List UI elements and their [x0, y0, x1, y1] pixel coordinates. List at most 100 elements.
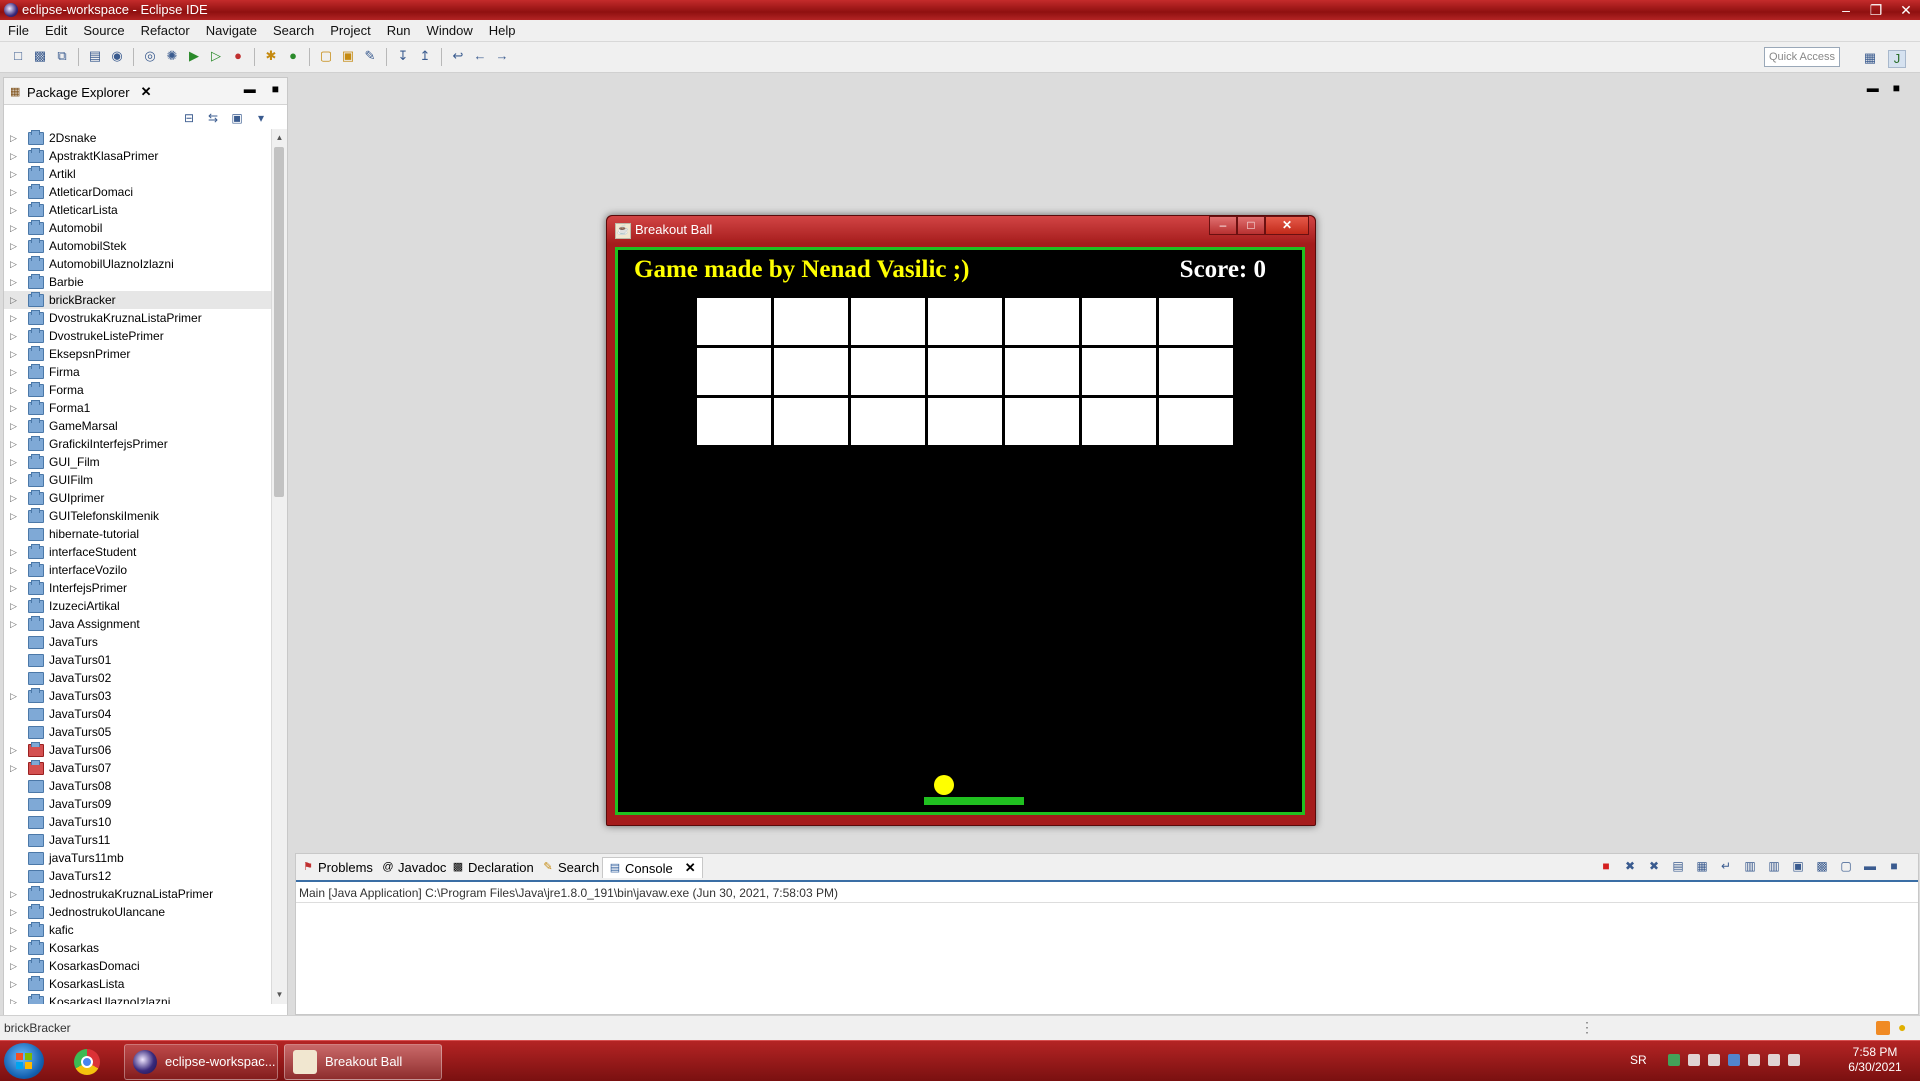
- tree-item[interactable]: hibernate-tutorial: [4, 525, 272, 543]
- monitor-icon[interactable]: [1768, 1054, 1780, 1066]
- restore-icon[interactable]: ❐: [1868, 0, 1884, 20]
- open-type-icon[interactable]: ▢: [318, 48, 334, 64]
- expand-arrow-icon[interactable]: ▷: [10, 597, 17, 615]
- bluetooth-icon[interactable]: [1728, 1054, 1740, 1066]
- tree-item[interactable]: ▷ JavaTurs07: [4, 759, 272, 777]
- display-console-icon[interactable]: ▩: [1814, 858, 1830, 874]
- volume-icon[interactable]: [1788, 1054, 1800, 1066]
- tree-item[interactable]: ▷ GameMarsal: [4, 417, 272, 435]
- open-console-icon[interactable]: ▢: [1838, 858, 1854, 874]
- expand-arrow-icon[interactable]: ▷: [10, 291, 17, 309]
- tree-item[interactable]: ▷ DvostrukaKruznaListaPrimer: [4, 309, 272, 327]
- open-task-icon[interactable]: ▣: [340, 48, 356, 64]
- new-java-project-icon[interactable]: ✱: [263, 48, 279, 64]
- tree-item[interactable]: JavaTurs08: [4, 777, 272, 795]
- expand-arrow-icon[interactable]: ▷: [10, 741, 17, 759]
- tree-item[interactable]: ▷ JavaTurs06: [4, 741, 272, 759]
- close-icon[interactable]: ✕: [1898, 0, 1914, 20]
- view-menu-icon[interactable]: ▾: [252, 109, 270, 127]
- expand-arrow-icon[interactable]: ▷: [10, 453, 17, 471]
- expand-arrow-icon[interactable]: ▷: [10, 219, 17, 237]
- menu-refactor[interactable]: Refactor: [133, 23, 198, 38]
- tree-item[interactable]: ▷ Automobil: [4, 219, 272, 237]
- tree-item[interactable]: ▷ GUI_Film: [4, 453, 272, 471]
- save-icon[interactable]: ▩: [32, 48, 48, 64]
- search-tool-icon[interactable]: ✎: [362, 48, 378, 64]
- tree-item[interactable]: ▷ GUIprimer: [4, 489, 272, 507]
- tree-item[interactable]: ▷ JednostrukaKruznaListaPrimer: [4, 885, 272, 903]
- tree-item[interactable]: JavaTurs10: [4, 813, 272, 831]
- close-icon[interactable]: ✕: [685, 860, 696, 876]
- tab-package-explorer[interactable]: ▦ Package Explorer ✕: [10, 82, 152, 102]
- external-tools-icon[interactable]: ●: [230, 48, 246, 64]
- expand-arrow-icon[interactable]: ▷: [10, 309, 17, 327]
- minimize-icon[interactable]: –: [1209, 216, 1237, 235]
- rss-icon[interactable]: [1876, 1021, 1890, 1035]
- debug-icon[interactable]: ✺: [164, 48, 180, 64]
- menu-run[interactable]: Run: [379, 23, 419, 38]
- tree-item[interactable]: ▷ KosarkasUlaznoIzlazni: [4, 993, 272, 1004]
- open-perspective-icon[interactable]: ▦: [1862, 50, 1878, 66]
- menu-edit[interactable]: Edit: [37, 23, 75, 38]
- tree-item[interactable]: ▷ Forma: [4, 381, 272, 399]
- minimize-icon[interactable]: ▬: [1867, 81, 1879, 95]
- tree-item[interactable]: JavaTurs09: [4, 795, 272, 813]
- minimize-icon[interactable]: –: [1838, 0, 1854, 20]
- maximize-icon[interactable]: ■: [272, 82, 279, 96]
- clear-console-icon[interactable]: ▤: [1670, 858, 1686, 874]
- expand-arrow-icon[interactable]: ▷: [10, 147, 17, 165]
- skip-breakpoints-icon[interactable]: ◉: [109, 48, 125, 64]
- link-with-editor-icon[interactable]: ⇆: [204, 109, 222, 127]
- expand-arrow-icon[interactable]: ▷: [10, 939, 17, 957]
- tab-search[interactable]: ✎ Search: [542, 857, 599, 877]
- remove-launch-icon[interactable]: ✖: [1622, 858, 1638, 874]
- word-wrap-icon[interactable]: ↵: [1718, 858, 1734, 874]
- minimize-icon[interactable]: ▬: [1862, 858, 1878, 874]
- tree-item[interactable]: ▷ JavaTurs03: [4, 687, 272, 705]
- run-coverage-icon[interactable]: ▷: [208, 48, 224, 64]
- taskbar-item-breakout-ball[interactable]: Breakout Ball: [284, 1044, 442, 1080]
- tree-item[interactable]: ▷ brickBracker: [4, 291, 272, 309]
- new-icon[interactable]: □: [10, 48, 26, 64]
- tree-item[interactable]: ▷ Barbie: [4, 273, 272, 291]
- tree-item[interactable]: ▷ AutomobilUlaznoIzlazni: [4, 255, 272, 273]
- collapse-all-icon[interactable]: ⊟: [180, 109, 198, 127]
- back-icon[interactable]: ←: [472, 48, 488, 64]
- expand-arrow-icon[interactable]: ▷: [10, 759, 17, 777]
- save-all-icon[interactable]: ⧉: [54, 48, 70, 64]
- close-icon[interactable]: ✕: [1265, 216, 1309, 235]
- tree-item[interactable]: ▷ GUITelefonskiImenik: [4, 507, 272, 525]
- scroll-lock-icon[interactable]: ▦: [1694, 858, 1710, 874]
- scroll-down-icon[interactable]: ▼: [272, 988, 287, 1002]
- tree-item[interactable]: ▷ Artikl: [4, 165, 272, 183]
- expand-arrow-icon[interactable]: ▷: [10, 417, 17, 435]
- menu-file[interactable]: File: [0, 23, 37, 38]
- coverage-icon[interactable]: ◎: [142, 48, 158, 64]
- expand-arrow-icon[interactable]: ▷: [10, 489, 17, 507]
- expand-arrow-icon[interactable]: ▷: [10, 255, 17, 273]
- tree-item[interactable]: ▷ EksepsnPrimer: [4, 345, 272, 363]
- expand-arrow-icon[interactable]: ▷: [10, 273, 17, 291]
- run-icon[interactable]: ▶: [186, 48, 202, 64]
- tip-bulb-icon[interactable]: ●: [1898, 1019, 1906, 1035]
- taskbar-item-eclipse[interactable]: eclipse-workspac...: [124, 1044, 278, 1080]
- tree-item[interactable]: ▷ KosarkasLista: [4, 975, 272, 993]
- expand-arrow-icon[interactable]: ▷: [10, 687, 17, 705]
- tree-item[interactable]: ▷ AtleticarDomaci: [4, 183, 272, 201]
- expand-arrow-icon[interactable]: ▷: [10, 885, 17, 903]
- menu-search[interactable]: Search: [265, 23, 322, 38]
- game-titlebar[interactable]: ☕ Breakout Ball – □ ✕: [607, 216, 1315, 244]
- menu-source[interactable]: Source: [75, 23, 132, 38]
- pin-console-icon[interactable]: ▣: [1790, 858, 1806, 874]
- tree-scrollbar[interactable]: ▲ ▼: [271, 129, 287, 1004]
- maximize-icon[interactable]: ■: [1893, 81, 1900, 95]
- language-indicator[interactable]: SR: [1630, 1053, 1647, 1067]
- last-edit-icon[interactable]: ↩: [450, 48, 466, 64]
- tree-item[interactable]: ▷ KosarkasDomaci: [4, 957, 272, 975]
- expand-arrow-icon[interactable]: ▷: [10, 345, 17, 363]
- paddle[interactable]: [924, 797, 1024, 805]
- expand-arrow-icon[interactable]: ▷: [10, 201, 17, 219]
- expand-arrow-icon[interactable]: ▷: [10, 471, 17, 489]
- new-class-icon[interactable]: ●: [285, 48, 301, 64]
- java-perspective-icon[interactable]: J: [1888, 50, 1906, 68]
